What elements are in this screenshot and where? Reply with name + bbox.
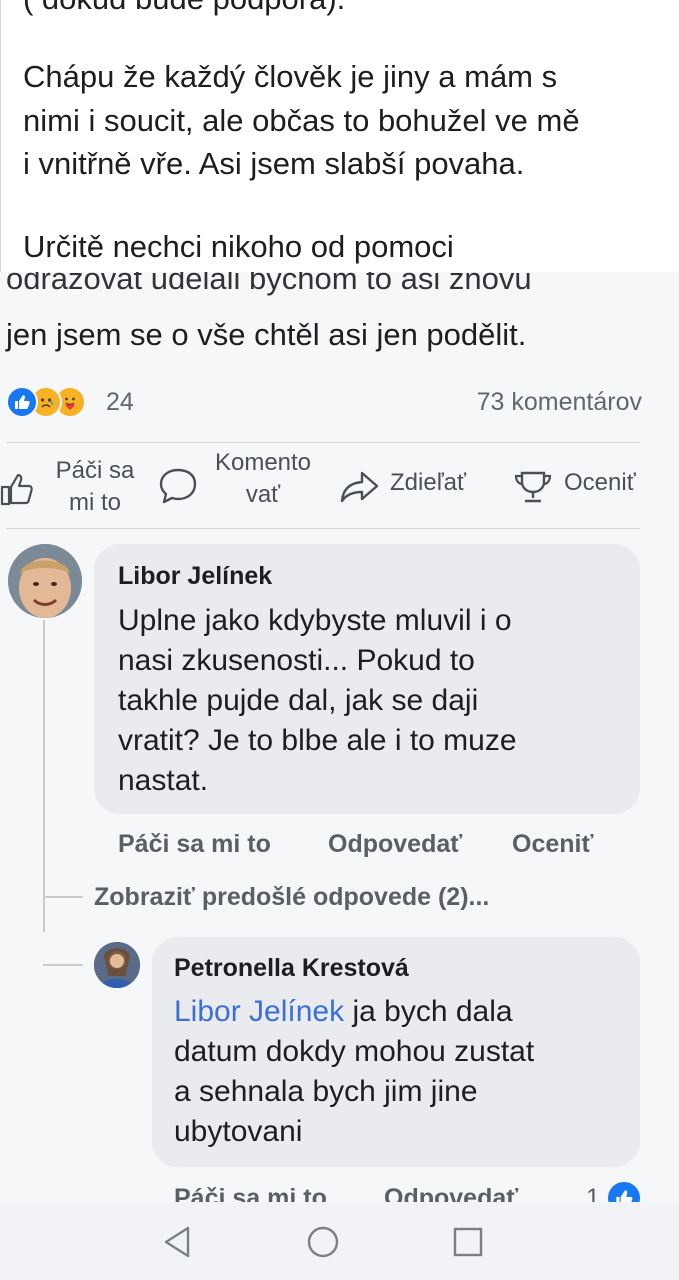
divider — [6, 442, 640, 443]
comment-text: takhle pujde dal, jak se daji — [118, 684, 479, 717]
reply-like-button[interactable]: Páči sa mi to — [174, 1182, 327, 1202]
comment-text: nasi zkusenosti... Pokud to — [118, 644, 475, 677]
post-line: i vnitřně vře. Asi jsem slabší povaha. — [23, 146, 525, 181]
reply-author[interactable]: Petronella Krestová — [174, 952, 409, 984]
comment-label-line2: vať — [245, 481, 281, 508]
home-icon[interactable] — [305, 1224, 341, 1260]
post-line: jen jsem se o vše chtěl asi jen podělit. — [6, 317, 527, 352]
share-button[interactable]: Zdieľať — [340, 448, 490, 528]
comment-text: vratit? Je to blbe ale i to muze — [118, 724, 517, 757]
view-previous-replies-link[interactable]: Zobraziť predošlé odpovede (2)... — [94, 881, 489, 913]
comment-like-button[interactable]: Páči sa mi to — [118, 828, 271, 860]
comment-author[interactable]: Libor Jelínek — [118, 560, 272, 592]
post-line: nimi i soucit, ale občas to bohužel ve m… — [23, 103, 580, 138]
reaction-icons — [6, 386, 102, 418]
reply-text: datum dokdy mohou zustat — [174, 1035, 535, 1068]
post-line: Určitě nechci nikoho od pomoci — [23, 229, 454, 264]
reply-bubble: Petronella Krestová Libor Jelínek ja byc… — [152, 937, 640, 1167]
like-label-line1: Páči sa — [55, 457, 135, 484]
comment-bubble-icon — [159, 468, 197, 504]
reply-text: ubytovani — [174, 1115, 303, 1148]
avatar[interactable] — [94, 942, 140, 988]
like-label-line2: mi to — [68, 489, 121, 516]
comment-text: nastat. — [118, 764, 209, 797]
like-icon — [6, 386, 38, 418]
share-icon — [340, 471, 379, 503]
award-label: Oceniť — [564, 469, 636, 496]
comment-text: Uplne jako kdybyste mluvil i o — [118, 604, 512, 637]
post-line: ( dokud bude podpora). — [23, 0, 345, 18]
thread-line — [43, 964, 83, 966]
thumbs-up-icon — [0, 473, 33, 506]
comment-bubble: Libor Jelínek Uplne jako kdybyste mluvil… — [94, 544, 640, 814]
like-button[interactable]: Páči sa mi to — [0, 448, 150, 528]
thread-line — [43, 896, 83, 898]
mention-link[interactable]: Libor Jelínek — [174, 995, 344, 1028]
comment-label-line1: Komento — [214, 449, 312, 476]
post-feed-area: odrazovat udělali bychom to asi znovu je… — [0, 272, 679, 1202]
reactions-summary[interactable]: 24 73 komentárov — [6, 384, 642, 420]
back-icon[interactable] — [160, 1224, 196, 1260]
reply-reply-button[interactable]: Odpovedať — [384, 1182, 518, 1202]
post-action-bar: Páči sa mi to Komento vať Zdieľať Oceniť — [0, 448, 679, 528]
post-line: odrazovat udělali bychom to asi znovu — [6, 272, 532, 296]
reply-text: Libor Jelínek ja bych dala — [174, 992, 513, 1032]
comment-button[interactable]: Komento vať — [158, 448, 328, 528]
comment-reply-button[interactable]: Odpovedať — [328, 828, 462, 860]
post-text-top: ( dokud bude podpora). Chápu že každý čl… — [0, 0, 679, 272]
recents-icon[interactable] — [450, 1224, 486, 1260]
reply-text: a sehnala bych jim jine — [174, 1075, 478, 1108]
system-navigation-bar — [0, 1202, 679, 1280]
award-button[interactable]: Oceniť — [514, 448, 674, 528]
thread-line — [43, 620, 45, 932]
reaction-count: 24 — [106, 388, 134, 416]
divider — [6, 528, 640, 529]
comments-count[interactable]: 73 komentárov — [477, 384, 642, 420]
reply-reaction-count: 1 — [586, 1184, 600, 1202]
trophy-icon — [514, 471, 552, 503]
post-line: Chápu že každý člověk je jiny a mám s — [23, 59, 558, 94]
avatar[interactable] — [8, 544, 82, 618]
comment-award-button[interactable]: Oceniť — [512, 828, 593, 860]
reply-text-rest: ja bych dala — [344, 995, 513, 1028]
share-label: Zdieľať — [390, 469, 467, 496]
like-icon — [606, 1180, 642, 1202]
